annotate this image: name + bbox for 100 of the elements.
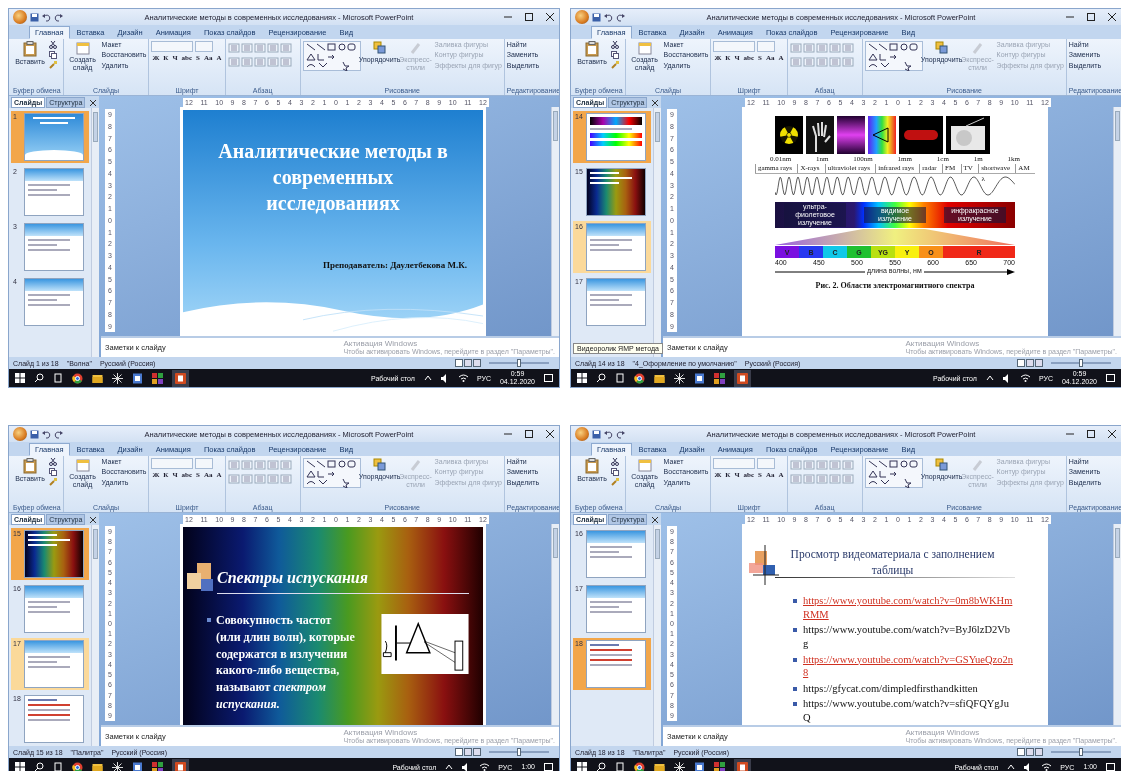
scrollbar[interactable] — [551, 524, 559, 725]
maximize-icon[interactable] — [1086, 12, 1096, 22]
document-icon[interactable] — [132, 372, 143, 384]
slide-thumbnail[interactable] — [24, 640, 84, 688]
view-buttons-icon[interactable] — [455, 359, 481, 367]
shapes-gallery-drawing[interactable] — [302, 458, 361, 488]
browser-icon[interactable] — [72, 761, 83, 771]
slide-thumbnail[interactable] — [586, 223, 646, 271]
task-view-icon[interactable] — [615, 762, 625, 771]
save-icon[interactable] — [30, 12, 39, 22]
font-name-field[interactable] — [713, 41, 756, 52]
notification-icon[interactable] — [1106, 762, 1115, 771]
task-view-icon[interactable] — [53, 373, 63, 383]
grid-app-icon[interactable] — [152, 372, 163, 384]
caret-icon[interactable] — [423, 374, 432, 382]
folder-icon[interactable] — [654, 761, 665, 771]
folder-icon[interactable] — [92, 372, 103, 384]
windows-logo-icon[interactable] — [15, 373, 25, 383]
slide-thumbnail[interactable] — [24, 223, 84, 271]
caret-icon[interactable] — [985, 374, 994, 382]
font-size-field[interactable] — [195, 458, 214, 469]
grid-app-icon[interactable] — [714, 372, 725, 384]
search-icon[interactable] — [596, 762, 606, 771]
search-icon[interactable] — [34, 762, 44, 771]
slide-thumbnail[interactable] — [586, 113, 646, 161]
brush-icon[interactable] — [611, 478, 619, 486]
copy-icon[interactable] — [49, 51, 57, 59]
office-button[interactable] — [13, 10, 27, 24]
office-button[interactable] — [575, 427, 589, 441]
scrollbar[interactable] — [91, 525, 99, 746]
undo-icon[interactable] — [42, 429, 51, 439]
network-icon[interactable] — [480, 762, 490, 771]
undo-icon[interactable] — [604, 12, 613, 22]
close-icon[interactable] — [652, 517, 658, 523]
slide-thumbnail[interactable] — [586, 530, 646, 578]
snowflake-icon[interactable] — [674, 761, 685, 771]
document-icon[interactable] — [694, 372, 705, 384]
slide-thumbnail[interactable] — [586, 278, 646, 326]
shapes-gallery-drawing[interactable] — [864, 41, 923, 71]
folder-icon[interactable] — [654, 372, 665, 384]
slide-thumbnail[interactable] — [24, 168, 84, 216]
scrollbar[interactable] — [91, 108, 99, 357]
slide-thumbnail[interactable] — [24, 278, 84, 326]
windows-logo-icon[interactable] — [577, 762, 587, 771]
close-icon[interactable] — [545, 12, 555, 22]
browser-icon[interactable] — [72, 372, 83, 384]
search-icon[interactable] — [596, 373, 606, 383]
notification-icon[interactable] — [544, 373, 553, 383]
redo-icon[interactable] — [54, 429, 63, 439]
task-view-icon[interactable] — [53, 762, 63, 771]
brush-icon[interactable] — [611, 61, 619, 69]
folder-icon[interactable] — [92, 761, 103, 771]
maximize-icon[interactable] — [524, 429, 534, 439]
hyperlink[interactable]: https://www.youtube.com/watch?v=0m8bWKHmRMM — [803, 594, 1015, 622]
maximize-icon[interactable] — [524, 12, 534, 22]
scissors-icon[interactable] — [611, 41, 619, 49]
brush-icon[interactable] — [49, 478, 57, 486]
close-icon[interactable] — [90, 100, 96, 106]
copy-icon[interactable] — [49, 468, 57, 476]
search-icon[interactable] — [34, 373, 44, 383]
slide-thumbnail[interactable] — [24, 530, 84, 578]
scrollbar[interactable] — [653, 525, 661, 746]
font-name-field[interactable] — [713, 458, 756, 469]
slide-thumbnail[interactable] — [586, 168, 646, 216]
close-icon[interactable] — [1107, 429, 1117, 439]
slide-thumbnail[interactable] — [586, 585, 646, 633]
close-icon[interactable] — [90, 517, 96, 523]
save-icon[interactable] — [592, 12, 601, 22]
font-name-field[interactable] — [151, 41, 194, 52]
brush-icon[interactable] — [49, 61, 57, 69]
browser-icon[interactable] — [634, 761, 645, 771]
view-buttons-icon[interactable] — [1017, 748, 1043, 756]
document-icon[interactable] — [132, 761, 143, 771]
notification-icon[interactable] — [1106, 373, 1115, 383]
presentation-app-icon[interactable] — [172, 758, 189, 771]
slide-thumbnail[interactable] — [586, 640, 646, 688]
font-size-field[interactable] — [757, 458, 776, 469]
view-buttons-icon[interactable] — [455, 748, 481, 756]
snowflake-icon[interactable] — [112, 372, 123, 384]
redo-icon[interactable] — [616, 429, 625, 439]
office-button[interactable] — [575, 10, 589, 24]
font-size-field[interactable] — [757, 41, 776, 52]
snowflake-icon[interactable] — [674, 372, 685, 384]
slide-thumbnail[interactable] — [24, 113, 84, 161]
caret-icon[interactable] — [1007, 763, 1016, 771]
caret-icon[interactable] — [445, 763, 454, 771]
task-view-icon[interactable] — [615, 373, 625, 383]
network-icon[interactable] — [458, 373, 468, 383]
notification-icon[interactable] — [544, 762, 553, 771]
redo-icon[interactable] — [54, 12, 63, 22]
redo-icon[interactable] — [616, 12, 625, 22]
scissors-icon[interactable] — [611, 458, 619, 466]
network-icon[interactable] — [1020, 373, 1030, 383]
presentation-app-icon[interactable] — [734, 758, 751, 771]
font-size-field[interactable] — [195, 41, 214, 52]
grid-app-icon[interactable] — [714, 761, 725, 771]
undo-icon[interactable] — [604, 429, 613, 439]
scrollbar[interactable] — [551, 107, 559, 336]
close-icon[interactable] — [545, 429, 555, 439]
shapes-gallery-drawing[interactable] — [302, 41, 361, 71]
